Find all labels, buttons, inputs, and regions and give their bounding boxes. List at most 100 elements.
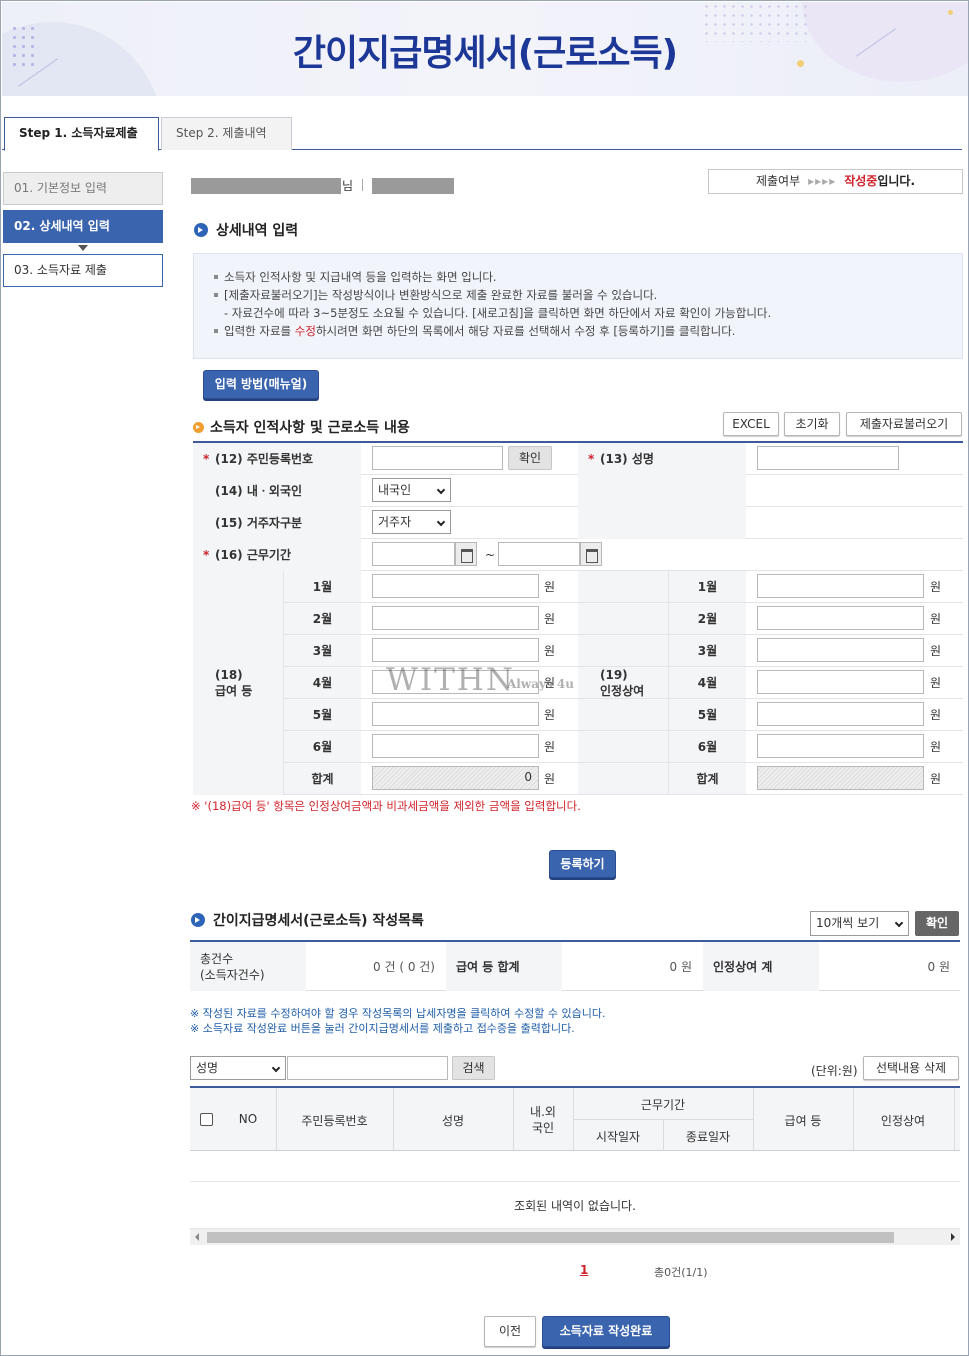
divider	[362, 179, 363, 191]
bonus-month-input[interactable]	[757, 638, 924, 662]
unit-won: 원	[544, 644, 556, 658]
scroll-right-icon[interactable]	[951, 1233, 955, 1241]
summary-table: 총건수 (소득자건수) 0 건 ( 0 건) 급여 등 합계 0 원 인정상여 계…	[190, 940, 960, 991]
nav-item-detail-input[interactable]: 02. 상세내역 입력	[3, 210, 163, 243]
page-link-current[interactable]: 1	[580, 1263, 588, 1277]
tilde: ~	[485, 548, 496, 562]
label-text: (13) 성명	[600, 452, 654, 466]
chevron-down-icon	[436, 517, 446, 527]
decor-dot	[948, 10, 953, 15]
complete-button[interactable]: 소득자료 작성완료	[542, 1316, 670, 1347]
bonus-month-input[interactable]	[757, 670, 924, 694]
bonus-month-input[interactable]	[757, 574, 924, 598]
month-label: 5월	[669, 699, 746, 730]
chevron-down-icon	[436, 485, 446, 495]
month-row: 6월 원 6월 원	[284, 731, 963, 763]
month-label: 5월	[284, 699, 361, 730]
select-all-checkbox[interactable]	[200, 1113, 213, 1126]
tab-step2[interactable]: Step 2. 제출내역	[161, 117, 292, 150]
load-submitted-button[interactable]: 제출자료불러오기	[846, 412, 962, 436]
down-arrow-icon	[78, 245, 88, 251]
rrn-input[interactable]	[372, 446, 503, 470]
step-tabs: Step 1. 소득자료제출 Step 2. 제출내역	[2, 117, 962, 151]
wage-month-input[interactable]	[372, 638, 539, 662]
register-button[interactable]: 등록하기	[549, 850, 616, 878]
label-text: 총건수	[200, 951, 234, 966]
guide-emphasis: 수정	[294, 324, 316, 338]
search-button[interactable]: 검색	[452, 1056, 495, 1080]
excel-button[interactable]: EXCEL	[723, 412, 779, 436]
form-row: (15) 거주자구분 거주자	[193, 507, 963, 539]
page-size-confirm-button[interactable]: 확인	[915, 911, 959, 936]
search-input[interactable]	[287, 1056, 448, 1080]
left-step-nav: 01. 기본정보 입력 02. 상세내역 입력 03. 소득자료 제출	[3, 172, 163, 292]
detail-section-title: 상세내역 입력	[194, 220, 298, 240]
total-label: 합계	[669, 763, 746, 794]
watermark-logo: WITHN	[386, 662, 515, 698]
domestic-select[interactable]: 내국인	[372, 478, 451, 502]
month-label: 6월	[669, 731, 746, 762]
divider	[190, 1181, 960, 1182]
unit-won: 원	[930, 708, 942, 722]
unit-won: 원	[930, 772, 942, 786]
bonus-month-input[interactable]	[757, 606, 924, 630]
header-text: 국인	[531, 1121, 555, 1135]
period-end-input[interactable]	[498, 542, 580, 566]
wage-month-input[interactable]	[372, 734, 539, 758]
bonus-month-input[interactable]	[757, 702, 924, 726]
required-icon: *	[588, 452, 595, 466]
select-value: 성명	[196, 1061, 219, 1075]
calendar-icon[interactable]	[455, 542, 477, 566]
rrn-confirm-button[interactable]: 확인	[508, 446, 552, 470]
guide-line: 소득자 인적사항 및 지급내역 등을 입력하는 화면 입니다.	[214, 268, 962, 286]
scroll-thumb[interactable]	[207, 1232, 894, 1243]
nav-item-submit[interactable]: 03. 소득자료 제출	[3, 254, 163, 287]
horizontal-scrollbar[interactable]	[190, 1228, 960, 1245]
bonus-month-input[interactable]	[757, 734, 924, 758]
header-text: 내.외	[530, 1105, 556, 1119]
section-title-text: 소득자 인적사항 및 근로소득 내용	[210, 420, 410, 436]
col-nationality: 내.외국인	[513, 1104, 573, 1136]
page-size-select[interactable]: 10개씩 보기	[810, 911, 909, 936]
month-label: 1월	[669, 571, 746, 602]
month-label: 2월	[284, 603, 361, 634]
scroll-left-icon[interactable]	[195, 1233, 199, 1241]
section-title-text: 간이지급명세서(근로소득) 작성목록	[213, 913, 424, 929]
guide-text: - 자료건수에 따라 3~5분정도 소요될 수 있습니다. [새로고침]을 클릭…	[224, 306, 772, 320]
resident-select[interactable]: 거주자	[372, 510, 451, 534]
empty-message: 조회된 내역이 없습니다.	[514, 1199, 636, 1213]
label-text: (18)	[215, 668, 243, 682]
honorific-suffix: 님	[342, 179, 354, 193]
domestic-label: (14) 내ㆍ외국인	[193, 475, 361, 507]
wage-month-input[interactable]	[372, 702, 539, 726]
wage-month-input[interactable]	[372, 574, 539, 598]
delete-selected-button[interactable]: 선택내용 삭제	[863, 1056, 959, 1080]
person-section-title: 소득자 인적사항 및 근로소득 내용	[193, 417, 410, 437]
tab-step1[interactable]: Step 1. 소득자료제출	[4, 117, 159, 151]
period-start-input[interactable]	[372, 542, 455, 566]
reset-button[interactable]: 초기화	[784, 412, 840, 436]
list-table: NO 주민등록번호 성명 내.외 국인 근무기간 시작일자 종료일자 급여 등 인…	[190, 1086, 960, 1151]
manual-button[interactable]: 입력 방법(매뉴얼)	[203, 370, 319, 399]
section-bullet-icon	[193, 421, 204, 433]
search-field-select[interactable]: 성명	[190, 1056, 286, 1080]
nav-item-basic-info[interactable]: 01. 기본정보 입력	[3, 172, 163, 205]
select-value: 거주자	[378, 515, 412, 529]
bonus-sum-label: 인정상여 계	[703, 942, 819, 991]
col-bonus: 인정상여	[880, 1114, 926, 1128]
unit-won: 원	[544, 772, 556, 786]
wage-month-input[interactable]	[372, 606, 539, 630]
guide-line: - 자료건수에 따라 3~5분정도 소요될 수 있습니다. [새로고침]을 클릭…	[214, 304, 962, 322]
guide-text: 소득자 인적사항 및 지급내역 등을 입력하는 화면 입니다.	[224, 270, 497, 284]
col-name: 성명	[441, 1114, 465, 1128]
month-label: 4월	[669, 667, 746, 698]
name-input[interactable]	[757, 446, 899, 470]
unit-won: 원	[544, 612, 556, 626]
status-arrows-icon: ▸▸▸▸	[808, 174, 837, 188]
calendar-icon[interactable]	[580, 542, 602, 566]
wage-label: (18) 급여 등	[193, 571, 284, 795]
wage-sum-label: 급여 등 합계	[446, 942, 562, 991]
guide-text: 하시려면 화면 하단의 목록에서 해당 자료를 선택해서 수정 후 [등록하기]…	[315, 324, 736, 338]
list-section-title: 간이지급명세서(근로소득) 작성목록	[191, 910, 424, 930]
prev-button[interactable]: 이전	[484, 1316, 536, 1347]
